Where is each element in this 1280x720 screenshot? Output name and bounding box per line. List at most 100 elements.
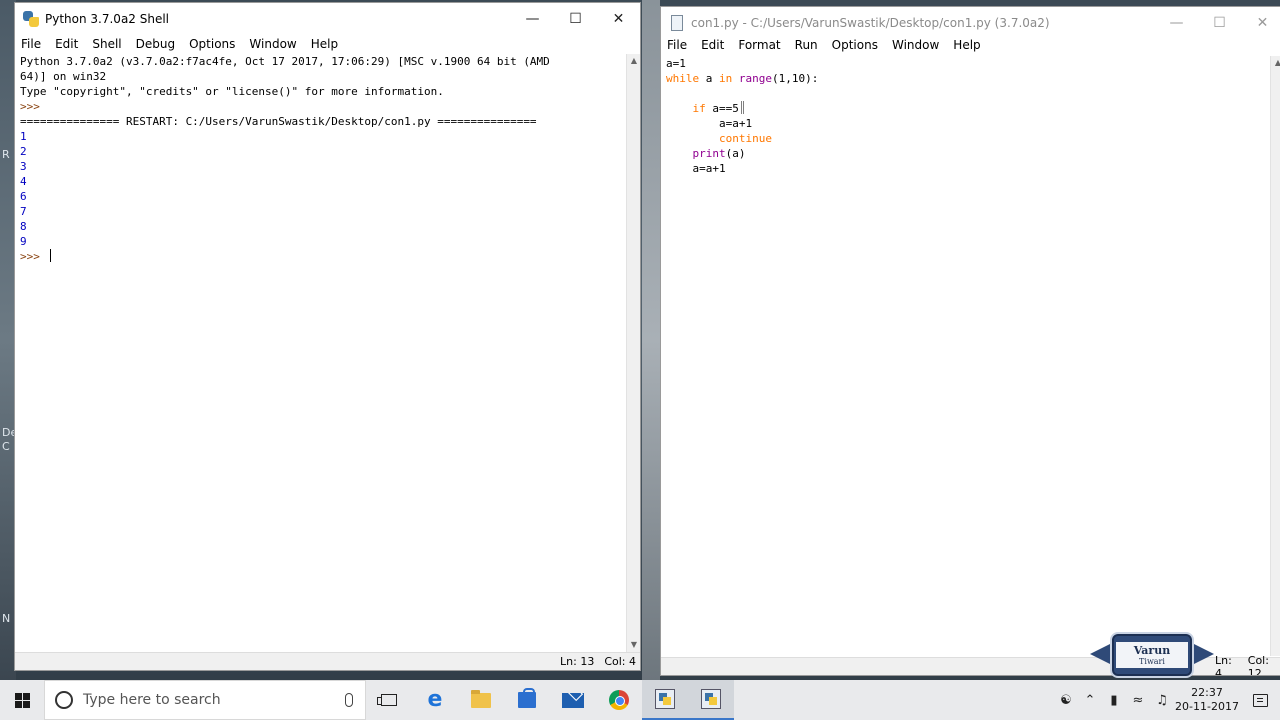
restart-line: =============== RESTART: C:/Users/VarunS…: [20, 115, 537, 128]
clock-date: 20-11-2017: [1175, 700, 1239, 713]
menu-help[interactable]: Help: [947, 38, 988, 52]
show-hidden-icons-button[interactable]: ⌃: [1078, 680, 1102, 720]
shell-vertical-scrollbar[interactable]: ▲ ▼: [626, 54, 640, 652]
close-icon: ✕: [612, 10, 625, 27]
code-text: a: [699, 72, 719, 85]
menu-help[interactable]: Help: [305, 37, 346, 51]
edge-browser-button[interactable]: e: [412, 680, 458, 720]
action-center-button[interactable]: [1240, 680, 1280, 720]
start-button[interactable]: [0, 680, 44, 720]
desktop-icon-label-fragment: C: [2, 440, 10, 453]
editor-menubar: File Edit Format Run Options Window Help: [661, 34, 1280, 56]
text-cursor: [49, 249, 51, 262]
network-button[interactable]: ≈: [1126, 680, 1150, 720]
watermark-name: Varun: [1133, 643, 1171, 657]
shell-titlebar[interactable]: Python 3.7.0a2 Shell — ☐ ✕: [15, 3, 640, 34]
shell-menubar: File Edit Shell Debug Options Window Hel…: [15, 34, 640, 54]
store-button[interactable]: [504, 680, 550, 720]
task-view-icon: [377, 694, 397, 706]
wifi-icon: ≈: [1132, 692, 1144, 708]
menu-file[interactable]: File: [15, 37, 49, 51]
battery-button[interactable]: ▮: [1102, 680, 1126, 720]
ibeam-cursor-icon: [741, 101, 744, 114]
code-text: a=1: [666, 57, 686, 70]
keyword: while: [666, 72, 700, 85]
idle-shell-taskbar-button[interactable]: [642, 680, 688, 720]
line-number: Ln: 13: [560, 655, 595, 668]
keyword: continue: [718, 132, 772, 145]
menu-format[interactable]: Format: [732, 38, 788, 52]
editor-window[interactable]: con1.py - C:/Users/VarunSwastik/Desktop/…: [660, 6, 1280, 676]
clock-time: 22:37: [1191, 686, 1223, 699]
menu-edit[interactable]: Edit: [695, 38, 732, 52]
output-line: 1: [20, 130, 27, 143]
shell-statusbar: Ln: 13 Col: 4: [15, 652, 640, 670]
shell-title: Python 3.7.0a2 Shell: [45, 11, 170, 26]
output-line: 3: [20, 160, 27, 173]
code-text: a=a+1: [718, 117, 753, 130]
windows-logo-icon: [14, 692, 30, 708]
taskbar-search-box[interactable]: Type here to search: [44, 680, 366, 720]
folder-icon: [471, 689, 491, 708]
maximize-icon: ☐: [1213, 14, 1226, 31]
scroll-up-icon[interactable]: ▲: [627, 54, 640, 68]
idle-app-icon: [655, 689, 675, 709]
watermark-subtitle: Tiwari: [1139, 656, 1165, 666]
menu-run[interactable]: Run: [789, 38, 826, 52]
code-line: print(a): [666, 146, 1271, 161]
battery-icon: ▮: [1110, 692, 1118, 708]
line-number: Ln: 4: [1215, 653, 1232, 676]
task-view-button[interactable]: [366, 680, 412, 720]
chrome-button[interactable]: [596, 680, 642, 720]
code-line: continue: [666, 131, 1271, 146]
menu-edit[interactable]: Edit: [49, 37, 86, 51]
minimize-button[interactable]: —: [511, 3, 554, 34]
chevron-up-icon: ⌃: [1084, 692, 1096, 708]
taskbar-clock[interactable]: 22:37 20-11-2017: [1174, 686, 1240, 714]
menu-file[interactable]: File: [661, 38, 695, 52]
idle-editor-taskbar-button[interactable]: [688, 680, 734, 720]
python-shell-window[interactable]: Python 3.7.0a2 Shell — ☐ ✕ File Edit She…: [14, 2, 641, 671]
menu-shell[interactable]: Shell: [86, 37, 129, 51]
microphone-icon[interactable]: [345, 693, 353, 707]
column-number: Col: 12: [1247, 653, 1269, 676]
cortana-icon: [55, 691, 73, 709]
editor-vertical-scrollbar[interactable]: ▲: [1270, 56, 1280, 656]
menu-debug[interactable]: Debug: [130, 37, 183, 51]
banner-line: 64)] on win32: [20, 70, 107, 83]
code-text: (1,10):: [772, 72, 819, 85]
column-number: Col: 4: [604, 655, 636, 668]
editor-title: con1.py - C:/Users/VarunSwastik/Desktop/…: [691, 15, 1050, 30]
code-line: a=1: [666, 56, 1271, 71]
desktop-background-middle: [642, 0, 660, 680]
volume-button[interactable]: ♫: [1150, 680, 1174, 720]
menu-window[interactable]: Window: [243, 37, 304, 51]
mail-button[interactable]: [550, 680, 596, 720]
maximize-button[interactable]: ☐: [554, 3, 597, 34]
code-line: a=a+1: [666, 116, 1271, 131]
file-explorer-button[interactable]: [458, 680, 504, 720]
menu-window[interactable]: Window: [886, 38, 947, 52]
code-text: a=a+1: [692, 162, 726, 175]
code-line: if a==5: [666, 101, 1271, 116]
scroll-up-icon[interactable]: ▲: [1271, 56, 1280, 70]
desktop-icon-label-fragment: R: [2, 148, 10, 161]
output-line: 6: [20, 190, 27, 203]
scroll-down-icon[interactable]: ▼: [627, 638, 640, 652]
python-icon: [23, 10, 39, 27]
code-line: a=a+1: [666, 161, 1271, 176]
channel-watermark-logo: Varun Tiwari: [1090, 628, 1214, 682]
minimize-icon: —: [1169, 14, 1184, 31]
banner-line: Python 3.7.0a2 (v3.7.0a2:f7ac4fe, Oct 17…: [20, 55, 550, 68]
people-button[interactable]: ☯: [1054, 680, 1078, 720]
menu-options[interactable]: Options: [183, 37, 243, 51]
banner-line: Type "copyright", "credits" or "license(…: [20, 85, 444, 98]
editor-text-area[interactable]: a=1 while a in range(1,10): if a==5 a=a+1…: [661, 56, 1271, 656]
shell-text-area[interactable]: Python 3.7.0a2 (v3.7.0a2:f7ac4fe, Oct 17…: [15, 54, 627, 652]
close-button[interactable]: ✕: [597, 3, 640, 34]
desktop-icon-label-fragment: N: [2, 612, 11, 625]
builtin: print: [692, 147, 726, 160]
keyword: in: [719, 72, 733, 85]
menu-options[interactable]: Options: [826, 38, 886, 52]
